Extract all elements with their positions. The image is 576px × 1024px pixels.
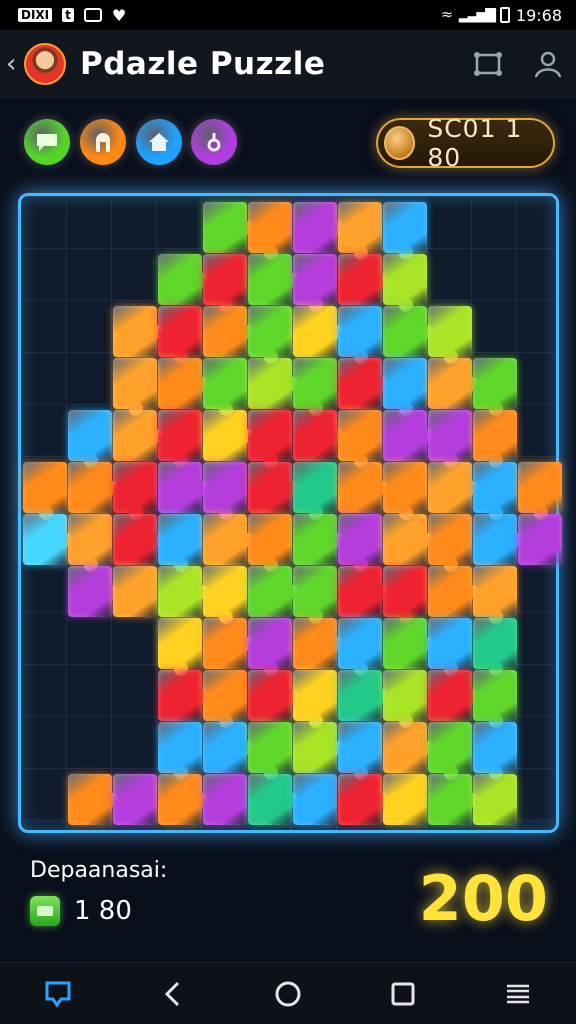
signal-icon: ▂▃▅▇: [458, 7, 496, 23]
battery-icon: [499, 7, 510, 23]
score-display: SC01 1 80: [376, 114, 555, 172]
avatar[interactable]: [24, 42, 66, 85]
recents-button[interactable]: [379, 970, 427, 1018]
notification-chip: DIXI: [18, 8, 53, 22]
speech-bubble-icon: [37, 134, 57, 151]
status-bar: DIXI t ♥ ≈ ▂▃▅▇ 19:68: [0, 0, 576, 30]
key-icon: [207, 133, 221, 152]
puzzle-piece[interactable]: [113, 774, 157, 825]
arch-icon: [96, 133, 110, 152]
fullscreen-button[interactable]: [466, 42, 510, 86]
back-icon: [164, 981, 179, 1006]
puzzle-piece[interactable]: [113, 566, 157, 617]
puzzle-piece[interactable]: [473, 774, 517, 825]
shop-badge[interactable]: [80, 119, 126, 165]
footer-label: Depaanasai:: [30, 858, 168, 883]
profile-button[interactable]: [526, 42, 570, 86]
page-title: Pdazle Puzzle: [80, 45, 326, 82]
back-chevron-icon[interactable]: ‹: [6, 49, 20, 79]
home-button[interactable]: [264, 970, 312, 1018]
puzzle-piece[interactable]: [203, 774, 247, 825]
status-right: ≈ ▂▃▅▇ 19:68: [441, 6, 562, 25]
status-time: 19:68: [515, 5, 562, 25]
navigation-bar: [0, 962, 576, 1024]
notification-chip-secondary: t: [62, 8, 74, 22]
media-icon: [83, 8, 102, 22]
puzzle-board[interactable]: [18, 193, 562, 833]
status-left: DIXI t ♥: [18, 6, 126, 25]
house-icon: [149, 133, 169, 151]
person-icon: [534, 51, 562, 77]
recents-icon: [391, 982, 415, 1005]
home-circle-icon: [275, 981, 301, 1006]
app-bar: ‹ Pdazle Puzzle: [0, 30, 576, 98]
wifi-icon: ≈: [441, 7, 453, 23]
cast-button[interactable]: [34, 970, 82, 1018]
coin-icon: [384, 126, 416, 160]
points-total: 200: [418, 862, 548, 935]
heart-icon: ♥: [111, 5, 127, 25]
puzzle-piece[interactable]: [383, 774, 427, 825]
menu-button[interactable]: [494, 970, 542, 1018]
score-label: SC01 1 80: [427, 114, 523, 172]
puzzle-piece[interactable]: [518, 514, 562, 565]
piece-counter-icon: [30, 896, 60, 926]
chat-badge[interactable]: [24, 119, 70, 165]
hint-badge[interactable]: [191, 119, 237, 165]
back-button[interactable]: [149, 970, 197, 1018]
puzzle-piece[interactable]: [293, 774, 337, 825]
menu-icon: [507, 984, 530, 1003]
piece-counter: 1 80: [30, 896, 132, 926]
fullscreen-icon: [474, 51, 502, 76]
piece-count: 1 80: [74, 896, 132, 926]
home-badge[interactable]: [136, 119, 182, 165]
cast-icon: [45, 981, 71, 1008]
